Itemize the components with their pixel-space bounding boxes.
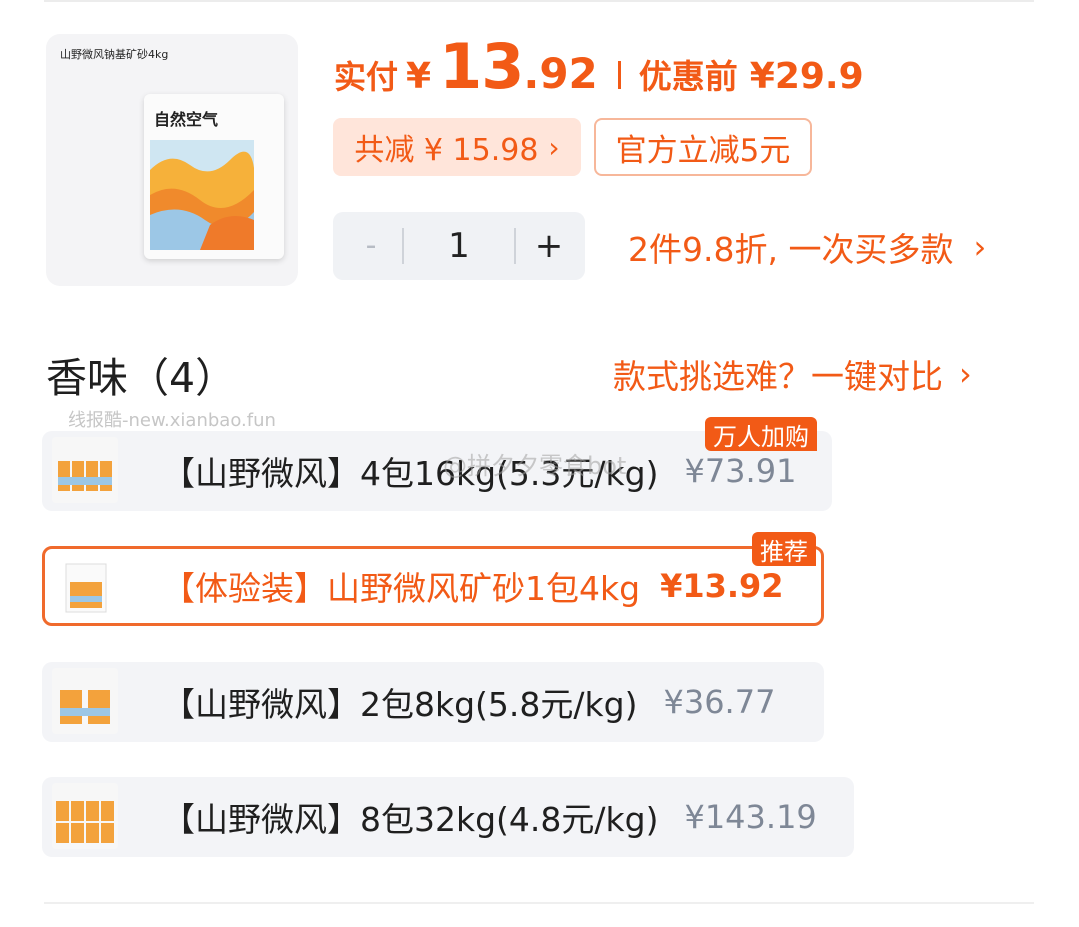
compare-link[interactable]: 款式挑选难？一键对比 › xyxy=(613,350,972,398)
product-image[interactable]: 山野微风钠基矿砂4kg 自然空气 xyxy=(46,34,298,286)
stepper-divider xyxy=(402,228,404,264)
price-row: 实付 ¥ 13 .92 优惠前 ¥29.9 xyxy=(334,30,864,103)
chevron-right-icon: › xyxy=(973,228,987,266)
price-decimal: .92 xyxy=(523,49,598,98)
total-reduction-text: 共减 ¥ 15.98 xyxy=(354,133,539,168)
chevron-right-icon: › xyxy=(959,355,972,393)
option-price: ¥36.77 xyxy=(663,683,776,721)
watermark-text: @拼夕夕零食bot xyxy=(443,452,627,480)
actual-pay-label: 实付 xyxy=(334,58,399,96)
option-badge: 万人加购 xyxy=(705,417,817,451)
increment-button[interactable]: + xyxy=(529,222,569,270)
multi-buy-promo-link[interactable]: 2件9.8折, 一次买多款 › xyxy=(628,220,986,274)
option-price: ¥73.91 xyxy=(684,452,797,490)
option-thumbnail xyxy=(52,552,120,620)
decrement-button[interactable]: - xyxy=(351,222,391,270)
official-discount-text: 官方立减5元 xyxy=(615,132,791,169)
bottom-divider xyxy=(44,902,1034,904)
chevron-right-icon: › xyxy=(548,130,560,164)
original-price-label: 优惠前 xyxy=(638,57,738,96)
promo-text: 2件9.8折, 一次买多款 xyxy=(628,230,954,269)
option-item-selected[interactable]: 【体验装】山野微风矿砂1包4kg ¥13.92 xyxy=(42,546,824,626)
quantity-stepper: - 1 + xyxy=(333,212,585,280)
bag-title: 自然空气 xyxy=(154,110,219,129)
quantity-value[interactable]: 1 xyxy=(405,222,513,270)
product-image-caption: 山野微风钠基矿砂4kg xyxy=(60,48,169,61)
original-price: ¥29.9 xyxy=(749,56,864,97)
option-badge: 推荐 xyxy=(752,532,816,566)
option-item[interactable]: 【山野微风】2包8kg(5.8元/kg) ¥36.77 xyxy=(42,662,824,742)
option-price: ¥143.19 xyxy=(684,798,817,836)
option-price: ¥13.92 xyxy=(660,567,784,605)
stepper-divider xyxy=(514,228,516,264)
watermark-text: 线报酷-new.xianbao.fun xyxy=(68,410,276,431)
bag-artwork xyxy=(150,140,254,250)
option-label: 【山野微风】2包8kg(5.8元/kg) xyxy=(162,685,638,724)
product-bag-illustration: 自然空气 xyxy=(144,94,284,259)
option-label: 【体验装】山野微风矿砂1包4kg xyxy=(162,569,641,608)
option-thumbnail xyxy=(52,437,118,503)
price-integer: 13 xyxy=(439,30,524,103)
official-discount-chip: 官方立减5元 xyxy=(594,118,812,176)
option-thumbnail xyxy=(52,668,118,734)
top-divider xyxy=(44,0,1034,2)
price-currency: ¥ xyxy=(406,56,432,97)
price-separator xyxy=(617,61,621,89)
scent-section-title: 香味（4） xyxy=(46,354,237,402)
option-item[interactable]: 【山野微风】8包32kg(4.8元/kg) ¥143.19 xyxy=(42,777,854,857)
compare-text: 款式挑选难？一键对比 xyxy=(613,357,943,396)
option-thumbnail xyxy=(52,783,118,849)
option-label: 【山野微风】8包32kg(4.8元/kg) xyxy=(162,800,659,839)
total-reduction-chip[interactable]: 共减 ¥ 15.98 › xyxy=(333,118,581,176)
